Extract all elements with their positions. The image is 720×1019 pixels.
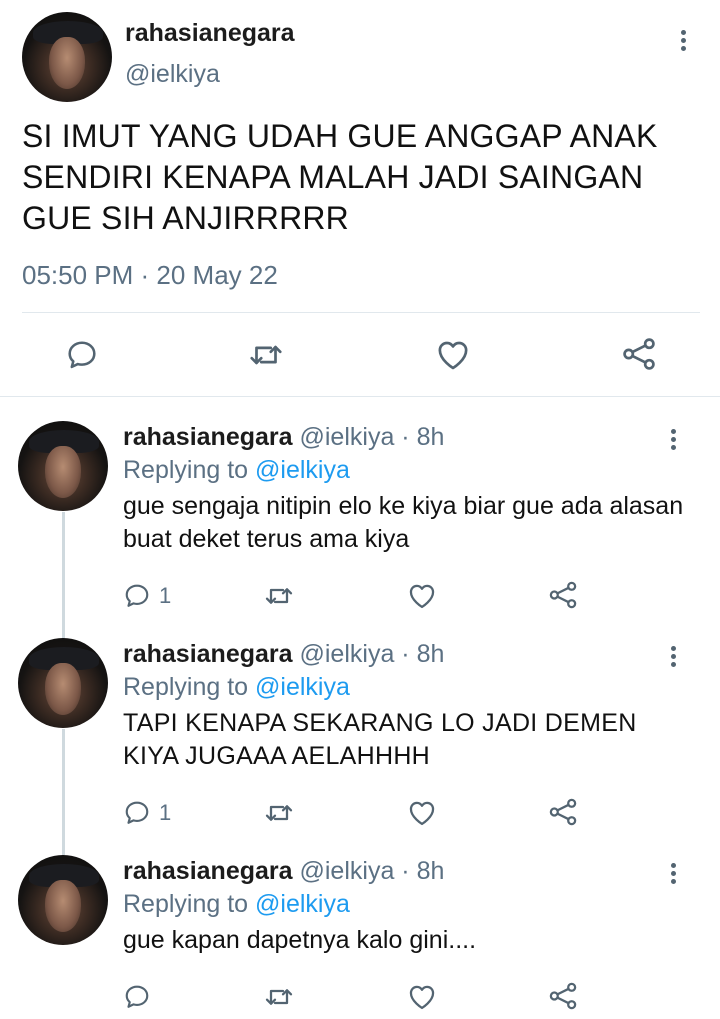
replying-to-label: Replying to (123, 456, 256, 484)
replying-to-mention[interactable]: @ielkiya (255, 456, 350, 484)
reply-display-name[interactable]: rahasianegara (123, 640, 293, 668)
share-icon[interactable] (547, 796, 579, 828)
reply-display-name[interactable]: rahasianegara (123, 423, 293, 451)
retweet-icon[interactable] (263, 797, 295, 829)
reply-text: gue sengaja nitipin elo ke kiya biar gue… (123, 492, 684, 553)
replying-to-mention[interactable]: @ielkiya (255, 890, 350, 918)
reply-avatar[interactable] (18, 421, 108, 511)
reply-handle-time: @ielkiya · 8h (299, 640, 445, 668)
main-tweet-timestamp[interactable]: 05:50 PM · 20 May 22 (22, 260, 278, 291)
reply-text: TAPI KENAPA SEKARANG LO JADI DEMEN KIYA … (123, 709, 637, 770)
retweet-icon[interactable] (263, 580, 295, 612)
reply-count: 1 (159, 583, 172, 608)
reply-icon[interactable] (122, 580, 152, 610)
heart-icon[interactable] (406, 580, 438, 612)
heart-icon[interactable] (434, 336, 472, 374)
heart-icon[interactable] (406, 981, 438, 1013)
main-tweet-handle[interactable]: @ielkiya (125, 60, 220, 89)
share-icon[interactable] (547, 579, 579, 611)
reply-handle-time: @ielkiya · 8h (299, 423, 445, 451)
main-tweet-more-icon[interactable] (673, 26, 693, 56)
reply-more-icon[interactable] (663, 859, 683, 889)
share-icon[interactable] (620, 335, 658, 373)
reply-icon[interactable] (64, 336, 100, 372)
reply-icon[interactable] (122, 797, 152, 827)
main-tweet-avatar[interactable] (22, 12, 112, 102)
section-divider (0, 396, 720, 397)
retweet-icon[interactable] (247, 336, 285, 374)
replying-to-label: Replying to (123, 890, 256, 918)
reply-count: 1 (159, 800, 172, 825)
thread-line (62, 512, 65, 640)
reply-more-icon[interactable] (663, 642, 683, 672)
reply-icon[interactable] (122, 981, 152, 1011)
main-tweet-text: SI IMUT YANG UDAH GUE ANGGAP ANAK SENDIR… (22, 118, 658, 236)
reply-avatar[interactable] (18, 638, 108, 728)
reply-text: gue kapan dapetnya kalo gini.... (123, 926, 477, 954)
reply-more-icon[interactable] (663, 425, 683, 455)
reply-handle-time: @ielkiya · 8h (299, 857, 445, 885)
thread-line (62, 729, 65, 855)
replying-to-mention[interactable]: @ielkiya (255, 673, 350, 701)
heart-icon[interactable] (406, 797, 438, 829)
reply-avatar[interactable] (18, 855, 108, 945)
retweet-icon[interactable] (263, 981, 295, 1013)
replying-to-label: Replying to (123, 673, 256, 701)
reply-display-name[interactable]: rahasianegara (123, 857, 293, 885)
main-tweet-display-name[interactable]: rahasianegara (125, 19, 295, 48)
main-tweet-divider (22, 312, 700, 313)
share-icon[interactable] (547, 980, 579, 1012)
